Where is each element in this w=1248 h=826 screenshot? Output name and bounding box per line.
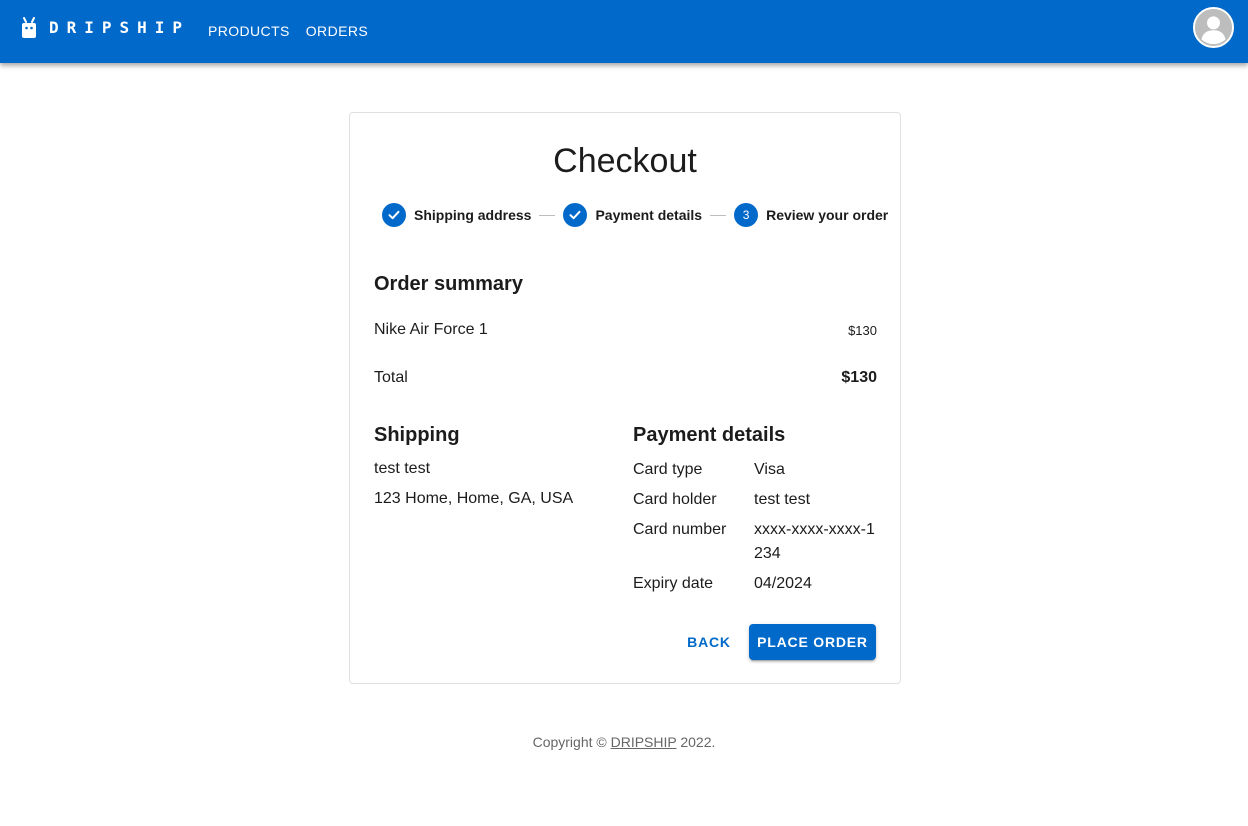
payment-details-title: Payment details xyxy=(633,424,786,446)
step-number: 3 xyxy=(734,203,759,227)
total-row: Total $130 xyxy=(374,367,877,389)
payment-row-card-holder: Card holder test test xyxy=(633,488,877,512)
payment-value: Visa xyxy=(754,461,785,478)
step-shipping-address: Shipping address xyxy=(382,203,531,227)
payment-label: Card type xyxy=(633,461,703,478)
list-item: Nike Air Force 1 $130 xyxy=(374,319,877,341)
step-connector xyxy=(710,214,727,216)
copyright-prefix: Copyright © xyxy=(532,734,611,750)
payment-label: Expiry date xyxy=(633,575,714,592)
place-order-button[interactable]: PLACE ORDER xyxy=(749,624,876,660)
total-label: Total xyxy=(374,369,408,386)
brand-name: DRIPSHIP xyxy=(49,18,191,37)
copyright-suffix: 2022. xyxy=(676,734,716,750)
step-label: Review your order xyxy=(766,207,889,223)
total-value: $130 xyxy=(841,369,877,386)
page-title: Checkout xyxy=(553,142,697,180)
step-connector xyxy=(539,214,556,216)
user-icon xyxy=(1195,9,1232,46)
payment-details-grid: Card type Visa Card holder test test Car… xyxy=(633,458,877,602)
brand-logo[interactable]: DRIPSHIP xyxy=(21,17,190,39)
footer: Copyright © DRIPSHIP 2022. xyxy=(0,732,1248,752)
checkout-stepper: Shipping address Payment details 3 Revie… xyxy=(382,202,888,228)
shipping-title: Shipping xyxy=(374,424,460,446)
payment-label: Card holder xyxy=(633,491,717,508)
payment-value: xxxx-xxxx-xxxx-1234 xyxy=(754,521,875,562)
nav-orders[interactable]: ORDERS xyxy=(298,16,376,46)
payment-row-card-number: Card number xxxx-xxxx-xxxx-1234 xyxy=(633,518,877,566)
check-icon xyxy=(563,203,588,227)
step-review-order: 3 Review your order xyxy=(734,203,888,227)
back-button[interactable]: BACK xyxy=(680,624,738,660)
payment-value: test test xyxy=(754,491,811,508)
shopping-bag-icon xyxy=(22,17,36,38)
step-label: Shipping address xyxy=(414,207,532,223)
checkout-card: Checkout Shipping address Payment detail… xyxy=(349,112,901,684)
order-summary-title: Order summary xyxy=(374,273,523,295)
app-bar: DRIPSHIP PRODUCTS ORDERS xyxy=(0,0,1248,63)
payment-label: Card number xyxy=(633,521,727,538)
check-icon xyxy=(382,203,406,227)
item-price: $130 xyxy=(848,322,877,338)
shipping-name: test test xyxy=(374,460,431,477)
payment-row-card-type: Card type Visa xyxy=(633,458,877,482)
main-nav: PRODUCTS ORDERS xyxy=(200,16,376,46)
footer-brand-link[interactable]: DRIPSHIP xyxy=(611,734,677,750)
step-payment-details: Payment details xyxy=(563,203,702,227)
account-avatar-button[interactable] xyxy=(1193,7,1234,48)
nav-products[interactable]: PRODUCTS xyxy=(200,16,298,46)
shipping-address: 123 Home, Home, GA, USA xyxy=(374,490,574,507)
item-name: Nike Air Force 1 xyxy=(374,321,488,338)
step-label: Payment details xyxy=(595,207,703,223)
payment-row-expiry-date: Expiry date 04/2024 xyxy=(633,572,877,596)
payment-value: 04/2024 xyxy=(754,575,812,592)
